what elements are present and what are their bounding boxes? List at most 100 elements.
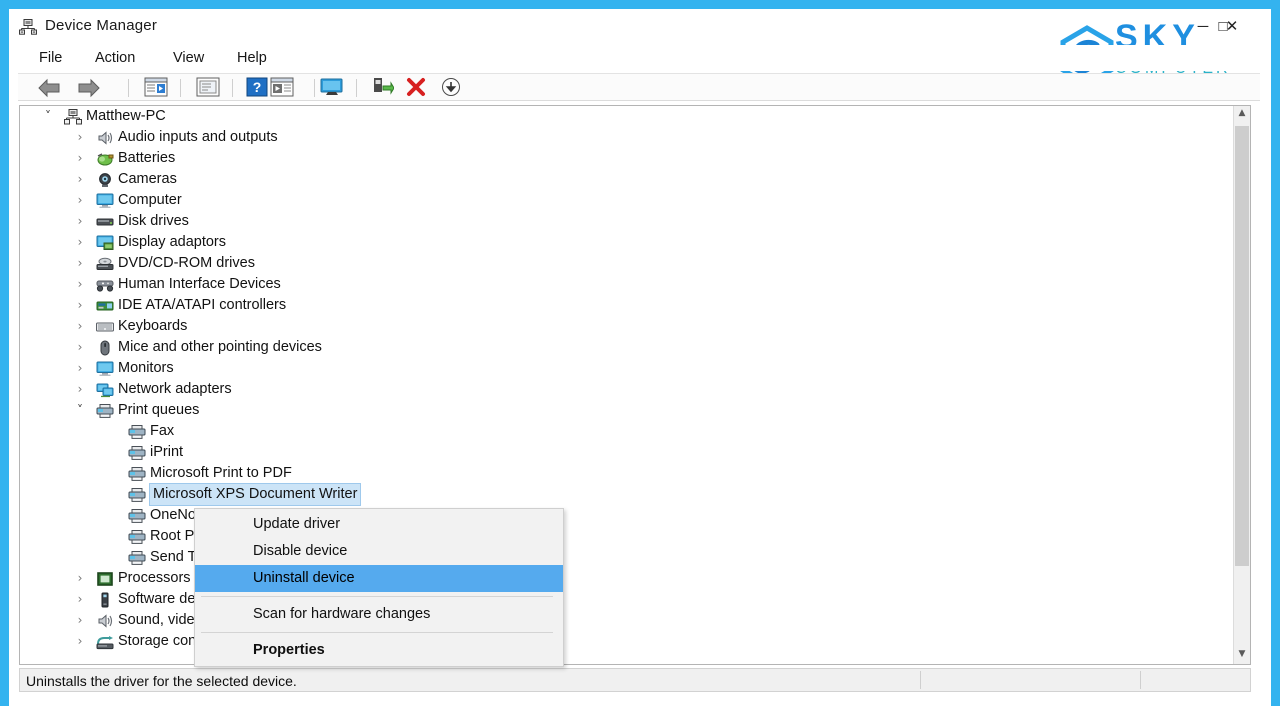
context-menu[interactable]: Update driver Disable device Uninstall dev… (194, 508, 564, 667)
tree-root-node[interactable]: ˅ Matthew-PC (20, 106, 1233, 127)
tree-item-label: Processors (118, 570, 191, 586)
toolbar-separator (232, 79, 233, 97)
status-divider (1140, 671, 1141, 689)
enable-device-icon[interactable] (370, 77, 395, 99)
tree-item[interactable]: › Audio inputs and outputs (20, 127, 1233, 148)
network-icon (96, 382, 114, 398)
scroll-up-icon[interactable]: ▲ (1234, 106, 1250, 123)
scrollbar-thumb[interactable] (1235, 126, 1249, 566)
printer-icon (128, 445, 146, 461)
tree-item[interactable]: Microsoft XPS Document Writer (20, 483, 1233, 506)
chevron-right-icon[interactable]: › (72, 337, 88, 358)
scroll-down-icon[interactable]: ▼ (1234, 647, 1250, 664)
tree-item-label: Human Interface Devices (118, 276, 281, 292)
tree-item[interactable]: › Disk drives (20, 211, 1233, 232)
app-window-frame: Device Manager ─ □ ✕ SKY COMPUTER File A… (0, 0, 1280, 706)
svg-text:?: ? (253, 79, 262, 95)
chevron-right-icon[interactable]: › (72, 190, 88, 211)
update-icon[interactable] (440, 77, 462, 99)
status-bar: Uninstalls the driver for the selected d… (19, 668, 1251, 692)
chevron-down-icon[interactable]: ˅ (72, 400, 88, 421)
mouse-icon (96, 340, 114, 356)
app-window: Device Manager ─ □ ✕ SKY COMPUTER File A… (9, 9, 1271, 706)
chevron-right-icon[interactable]: › (72, 148, 88, 169)
chevron-right-icon[interactable]: › (72, 316, 88, 337)
back-icon[interactable] (36, 77, 62, 99)
chevron-down-icon[interactable]: ˅ (40, 106, 56, 127)
tree-item[interactable]: › Cameras (20, 169, 1233, 190)
tree-item[interactable]: iPrint (20, 442, 1233, 463)
chevron-right-icon[interactable]: › (72, 253, 88, 274)
menu-file[interactable]: File (33, 46, 68, 70)
context-menu-item-properties[interactable]: Properties (195, 637, 563, 664)
tree-item-label: Keyboards (118, 318, 188, 334)
menu-help[interactable]: Help (231, 46, 273, 70)
context-menu-item-scan-for-hardware-changes[interactable]: Scan for hardware changes (195, 601, 563, 628)
chevron-right-icon[interactable]: › (72, 358, 88, 379)
tree-item[interactable]: Fax (20, 421, 1233, 442)
forward-icon[interactable] (76, 77, 102, 99)
chevron-right-icon[interactable]: › (72, 232, 88, 253)
tree-item-label: Disk drives (118, 213, 189, 229)
window-title: Device Manager (45, 17, 158, 34)
chevron-right-icon[interactable]: › (72, 631, 88, 652)
context-menu-item-disable-device[interactable]: Disable device (195, 538, 563, 565)
scan-hardware-icon[interactable] (318, 77, 346, 99)
tree-item-label: Monitors (118, 360, 174, 376)
monitor-icon (96, 361, 114, 377)
toolbar-separator (314, 79, 315, 97)
tree-item[interactable]: Microsoft Print to PDF (20, 463, 1233, 484)
hid-icon (96, 277, 114, 293)
frame-bottom-spacer (0, 706, 1280, 720)
chevron-right-icon[interactable]: › (72, 127, 88, 148)
menu-view[interactable]: View (167, 46, 210, 70)
chevron-right-icon[interactable]: › (72, 589, 88, 610)
tree-item[interactable]: › Monitors (20, 358, 1233, 379)
properties-icon[interactable] (196, 77, 220, 99)
tree-item[interactable]: › IDE ATA/ATAPI controllers (20, 295, 1233, 316)
toolbar-separator (128, 79, 129, 97)
toolbar-separator (356, 79, 357, 97)
show-hide-tree-icon[interactable] (144, 77, 168, 99)
tree-item-label: Cameras (118, 171, 177, 187)
printer-icon (128, 487, 146, 503)
context-menu-item-uninstall-device[interactable]: Uninstall device (195, 565, 563, 592)
chevron-right-icon[interactable]: › (72, 295, 88, 316)
tree-item-label: Mice and other pointing devices (118, 339, 322, 355)
chevron-right-icon[interactable]: › (72, 169, 88, 190)
tree-item[interactable]: › Display adaptors (20, 232, 1233, 253)
chevron-right-icon[interactable]: › (72, 610, 88, 631)
help-icon[interactable]: ? (246, 77, 268, 99)
tree-item[interactable]: ˅ Print queues (20, 400, 1233, 421)
tree-item-label: Microsoft Print to PDF (150, 465, 292, 481)
tree-item-label: Computer (118, 192, 182, 208)
chevron-right-icon[interactable]: › (72, 211, 88, 232)
title-bar: Device Manager ─ □ ✕ (9, 9, 1271, 45)
printer-icon (128, 424, 146, 440)
update-driver-icon[interactable] (270, 77, 294, 99)
tree-item[interactable]: › Network adapters (20, 379, 1233, 400)
tree-item[interactable]: › Computer (20, 190, 1233, 211)
tree-item[interactable]: › Keyboards (20, 316, 1233, 337)
tree-item[interactable]: › Mice and other pointing devices (20, 337, 1233, 358)
processor-icon (96, 571, 114, 587)
close-button[interactable]: ✕ (1215, 15, 1249, 39)
tree-item-label: Print queues (118, 402, 200, 418)
chevron-right-icon[interactable]: › (72, 568, 88, 589)
uninstall-device-icon[interactable] (406, 77, 426, 99)
tree-item[interactable]: › Batteries (20, 148, 1233, 169)
menu-bar: File Action View Help (9, 45, 1271, 71)
dvd-icon (96, 256, 114, 272)
tree-vertical-scrollbar[interactable]: ▲ ▼ (1233, 106, 1250, 664)
chevron-right-icon[interactable]: › (72, 274, 88, 295)
tree-item-label: Batteries (118, 150, 176, 166)
context-menu-item-update-driver[interactable]: Update driver (195, 511, 563, 538)
computer-node-icon (64, 109, 82, 125)
tree-item[interactable]: › DVD/CD-ROM drives (20, 253, 1233, 274)
tree-item-label: Microsoft XPS Document Writer (148, 483, 362, 506)
tree-item-label: Fax (150, 423, 175, 439)
chevron-right-icon[interactable]: › (72, 379, 88, 400)
device-manager-icon (19, 19, 37, 35)
tree-item[interactable]: › Human Interface Devices (20, 274, 1233, 295)
menu-action[interactable]: Action (89, 46, 141, 70)
